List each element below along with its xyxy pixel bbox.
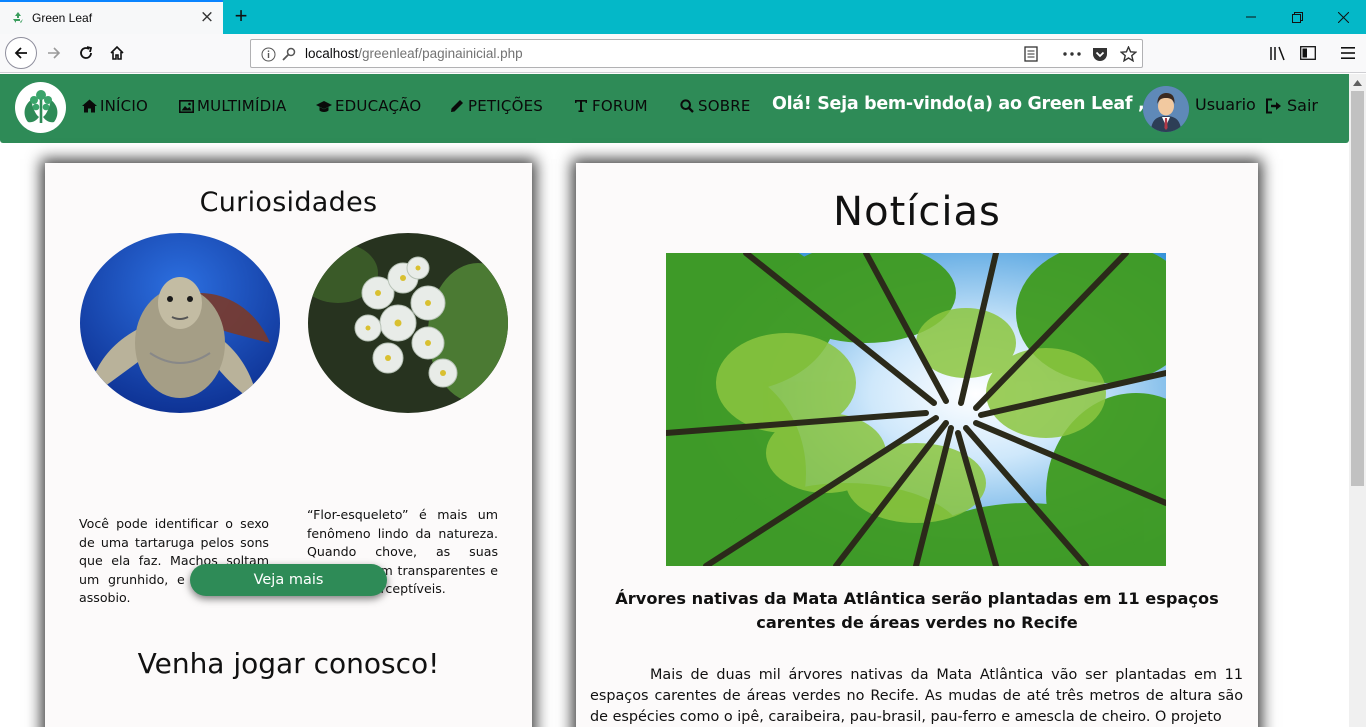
menu-icon[interactable] <box>1333 38 1363 68</box>
sea-turtle-image <box>80 233 280 413</box>
news-headline[interactable]: Árvores nativas da Mata Atlântica serão … <box>592 587 1242 635</box>
tab-strip: Green Leaf × + <box>0 0 1366 34</box>
username[interactable]: Usuario <box>1195 95 1256 114</box>
curiosities-card: Curiosidades Você pode identificar o sex… <box>45 163 532 727</box>
game-title: Venha jogar conosco! <box>137 647 440 680</box>
nav-inicio[interactable]: INÍCIO <box>81 97 148 115</box>
pencil-icon <box>449 98 465 114</box>
nav-educacao-label: EDUCAÇÃO <box>335 97 422 115</box>
reload-icon[interactable] <box>71 38 101 68</box>
page-viewport: INÍCIO MULTIMÍDIA EDUCAÇÃO PETIÇÕES FORU… <box>0 74 1349 727</box>
news-title: Notícias <box>833 189 1001 235</box>
search-icon <box>679 98 695 114</box>
tab-title: Green Leaf <box>32 11 93 25</box>
green-leaf-logo[interactable] <box>15 82 66 133</box>
nav-multimidia-label: MULTIMÍDIA <box>197 97 287 115</box>
nav-multimidia[interactable]: MULTIMÍDIA <box>178 97 286 115</box>
news-body: Mais de duas mil árvores nativas da Mata… <box>590 667 1243 725</box>
text-icon <box>573 98 589 114</box>
sidebar-icon[interactable] <box>1293 38 1323 68</box>
site-header: INÍCIO MULTIMÍDIA EDUCAÇÃO PETIÇÕES FORU… <box>0 74 1349 143</box>
sign-out-icon <box>1265 98 1283 114</box>
restore-icon[interactable] <box>1274 0 1320 34</box>
plus-icon[interactable]: + <box>228 4 254 30</box>
browser-tab[interactable]: Green Leaf × <box>0 0 223 34</box>
url-text[interactable]: localhost/greenleaf/paginainicial.php <box>305 46 523 61</box>
recycle-icon <box>10 10 26 26</box>
logout-label: Sair <box>1287 96 1318 115</box>
scrollbar-thumb[interactable] <box>1351 91 1364 486</box>
minimize-icon[interactable] <box>1228 0 1274 34</box>
logout-button[interactable]: Sair <box>1265 96 1318 115</box>
nav-peticoes[interactable]: PETIÇÕES <box>449 97 543 115</box>
library-icon[interactable] <box>1262 38 1292 68</box>
close-icon[interactable]: × <box>199 9 215 26</box>
back-icon[interactable] <box>5 37 37 69</box>
url-host: localhost <box>305 46 359 61</box>
forward-icon[interactable] <box>39 38 69 68</box>
close-icon[interactable] <box>1320 0 1366 34</box>
skeleton-flower-image <box>308 233 508 413</box>
nav-forum[interactable]: FORUM <box>573 97 648 115</box>
reader-icon[interactable] <box>1022 46 1040 62</box>
news-card: Notícias Árvores nativas da Mata Atlânti… <box>576 163 1258 727</box>
key-icon <box>279 46 297 62</box>
nav-inicio-label: INÍCIO <box>100 97 148 115</box>
address-bar[interactable]: localhost/greenleaf/paginainicial.php <box>250 39 1143 68</box>
curiosities-title: Curiosidades <box>199 187 378 218</box>
scrollbar[interactable] <box>1349 74 1366 727</box>
more-icon[interactable] <box>1063 46 1081 62</box>
graduation-cap-icon <box>316 98 332 114</box>
nav-sobre[interactable]: SOBRE <box>679 97 751 115</box>
browser-toolbar: localhost/greenleaf/paginainicial.php <box>0 34 1366 73</box>
nav-educacao[interactable]: EDUCAÇÃO <box>316 97 421 115</box>
pocket-icon[interactable] <box>1091 46 1109 62</box>
star-icon[interactable] <box>1119 46 1137 62</box>
url-path: /greenleaf/paginainicial.php <box>358 46 523 61</box>
nav-peticoes-label: PETIÇÕES <box>468 97 543 115</box>
see-more-button[interactable]: Veja mais <box>190 564 387 596</box>
avatar[interactable] <box>1143 86 1189 132</box>
welcome-message: Olá! Seja bem-vindo(a) ao Green Leaf , <box>772 94 1145 114</box>
nav-forum-label: FORUM <box>592 97 648 115</box>
info-icon[interactable] <box>259 46 277 62</box>
nav-sobre-label: SOBRE <box>698 97 751 115</box>
image-icon <box>178 98 194 114</box>
forest-canopy-image <box>666 253 1166 566</box>
home-icon <box>81 98 97 114</box>
home-icon[interactable] <box>102 38 132 68</box>
scroll-up-icon[interactable] <box>1349 74 1366 91</box>
